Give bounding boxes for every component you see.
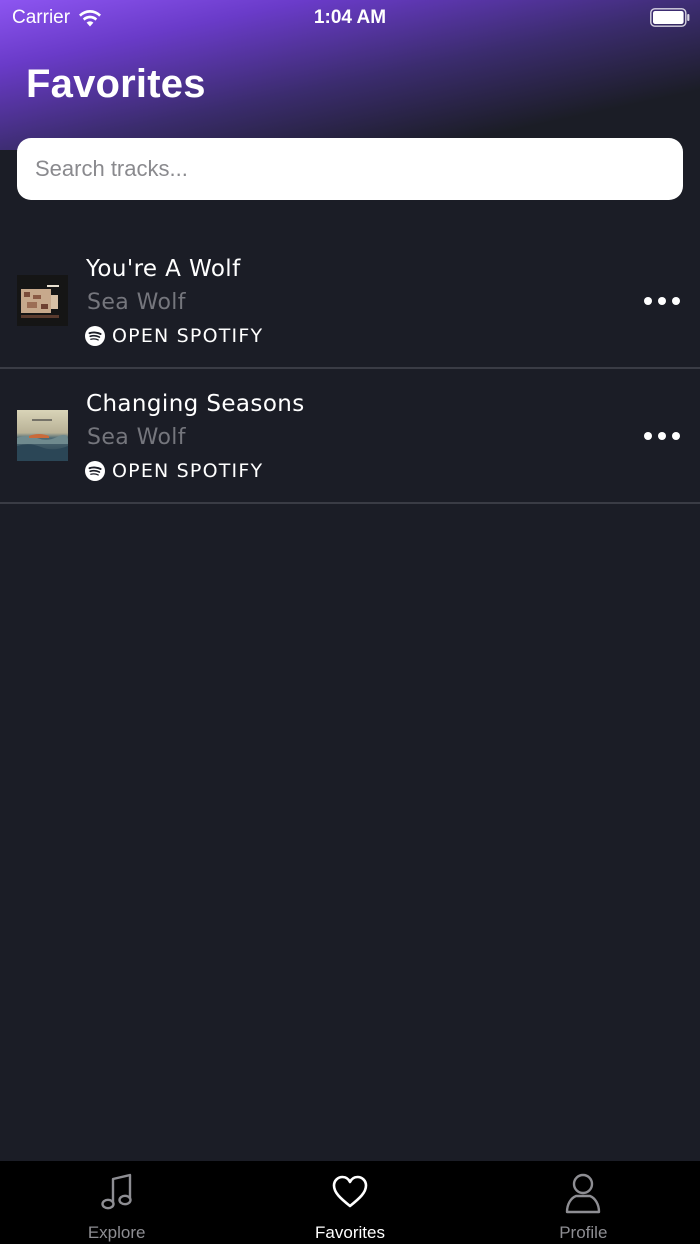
open-spotify-button[interactable]: OPEN SPOTIFY	[85, 458, 263, 484]
track-title: You're A Wolf	[86, 256, 241, 282]
track-title: Changing Seasons	[86, 391, 305, 417]
tab-favorites[interactable]: Favorites	[233, 1161, 466, 1244]
status-bar: Carrier 1:04 AM	[0, 0, 700, 36]
album-cover-image	[17, 275, 68, 326]
search-input[interactable]	[17, 138, 683, 200]
spotify-icon	[85, 326, 105, 346]
track-row[interactable]: Changing Seasons Sea Wolf OPEN SPOTIFY	[0, 369, 700, 504]
tab-bar: Explore Favorites Profile	[0, 1161, 700, 1244]
more-icon-dot	[672, 297, 680, 305]
track-row[interactable]: You're A Wolf Sea Wolf OPEN SPOTIFY	[0, 234, 700, 369]
status-time: 1:04 AM	[313, 7, 387, 28]
tab-label: Favorites	[315, 1223, 385, 1242]
heart-icon	[332, 1175, 368, 1208]
more-icon-dot	[644, 432, 652, 440]
track-artist: Sea Wolf	[87, 290, 186, 315]
spotify-icon	[85, 461, 105, 481]
open-spotify-label: OPEN SPOTIFY	[112, 460, 264, 482]
open-spotify-button[interactable]: OPEN SPOTIFY	[85, 323, 263, 349]
battery-icon	[650, 8, 690, 27]
track-list: You're A Wolf Sea Wolf OPEN SPOTIFY Chan…	[0, 234, 700, 504]
album-cover-image	[17, 410, 68, 461]
music-note-icon	[100, 1173, 132, 1210]
person-icon	[566, 1173, 601, 1214]
page-title: Favorites	[26, 62, 206, 106]
more-icon-dot	[658, 297, 666, 305]
tab-explore[interactable]: Explore	[0, 1161, 233, 1244]
open-spotify-label: OPEN SPOTIFY	[112, 325, 264, 347]
tab-label: Profile	[559, 1223, 608, 1242]
favorites-screen: Carrier 1:04 AM Favorites Search tracks.…	[0, 0, 700, 1244]
more-icon-dot	[672, 432, 680, 440]
more-options-button[interactable]	[644, 289, 680, 313]
album-art-youre-a-wolf	[17, 275, 68, 326]
track-artist: Sea Wolf	[87, 425, 186, 450]
more-icon-dot	[658, 432, 666, 440]
album-art-changing-seasons	[17, 410, 68, 461]
more-options-button[interactable]	[644, 424, 680, 448]
more-icon-dot	[644, 297, 652, 305]
tab-label: Explore	[87, 1223, 146, 1242]
tab-profile[interactable]: Profile	[467, 1161, 700, 1244]
